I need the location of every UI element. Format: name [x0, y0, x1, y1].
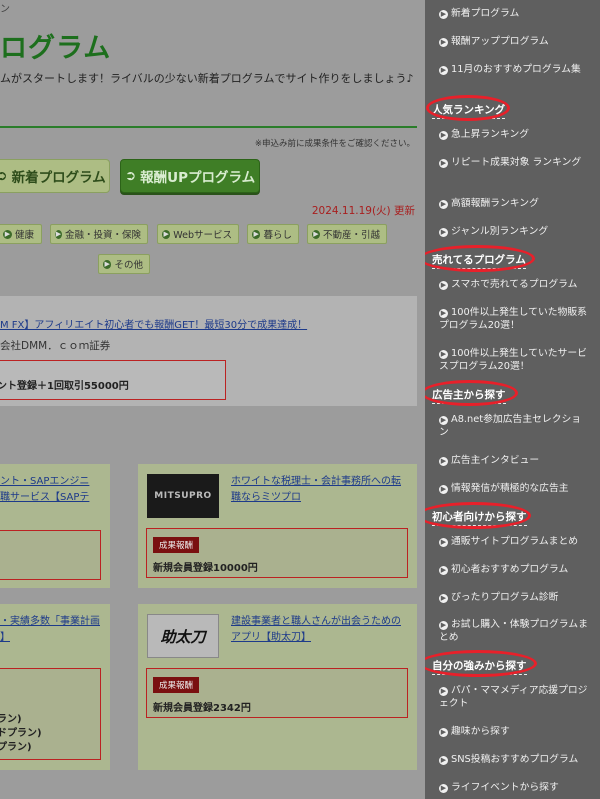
- program-link[interactable]: 建設事業者と職人さんが出会うための アプリ【助太刀】: [231, 614, 401, 646]
- category-real-estate[interactable]: ▶ 不動産・引越: [307, 224, 387, 244]
- circle-arrow-icon: ▶: [439, 457, 448, 466]
- sidebar-item-beginner-picks[interactable]: ▶ 初心者おすすめプログラム: [439, 563, 589, 576]
- category-other[interactable]: ▶ その他: [98, 254, 150, 274]
- sukedachi-logo: 助太刀: [160, 627, 206, 646]
- sidebar: ▶ 新着プログラム ▶ 報酬アッププログラム ▶ 11月のおすすめプログラム集 人気ラ…: [425, 0, 600, 799]
- program-logo[interactable]: MITSUPRO: [147, 474, 219, 518]
- circle-arrow-icon: ▶: [439, 538, 448, 547]
- sidebar-item-parent-media[interactable]: ▶ パパ・ママメディア応援プロジェクト: [439, 684, 589, 710]
- new-programs-label: 新着プログラム: [11, 170, 106, 186]
- notice-text: ※申込み前に成果条件をご確認ください。: [254, 139, 415, 149]
- circle-arrow-icon: ▶: [439, 159, 448, 168]
- program-card: 助太刀 建設事業者と職人さんが出会うための アプリ【助太刀】 成果報酬 新規会員…: [138, 604, 417, 770]
- circle-arrow-icon: ➲: [124, 168, 137, 184]
- main-content: ン ログラム ムがスタートします！ライバルの少ない新着プログラムでサイト作りをし…: [0, 0, 425, 799]
- program-link[interactable]: ・実績多数「事業計画 】: [0, 614, 100, 646]
- sidebar-item-goods-top20[interactable]: ▶ 100件以上発生していた物販系プログラム20選！: [439, 306, 589, 332]
- circle-arrow-icon: ▶: [439, 10, 448, 19]
- featured-reward: ント登録＋1回取引55000円: [0, 381, 129, 392]
- sidebar-item-active-advertisers[interactable]: ▶ 情報発信が積極的な広告主: [439, 482, 589, 495]
- circle-arrow-icon: ▶: [439, 756, 448, 765]
- circle-arrow-icon: ▶: [439, 687, 448, 696]
- sidebar-item-rising-ranking[interactable]: ▶ 急上昇ランキング: [439, 128, 589, 141]
- sidebar-item-ecommerce-summary[interactable]: ▶ 通販サイトプログラムまとめ: [439, 535, 589, 548]
- page-subtitle: ムがスタートします！ライバルの少ない新着プログラムでサイト作りをしましょう♪: [0, 72, 414, 85]
- circle-arrow-icon: ▶: [439, 131, 448, 140]
- top-fragment: ン: [0, 4, 10, 15]
- sidebar-item-trial-programs[interactable]: ▶ お試し購入・体験プログラムまとめ: [439, 618, 589, 644]
- reward-box: 成果報酬 新規会員登録2342円: [146, 668, 408, 718]
- date-value: 2024.11.19(火): [311, 205, 391, 217]
- sidebar-item-life-events[interactable]: ▶ ライフイベントから探す: [439, 781, 589, 794]
- date-suffix: 更新: [394, 205, 415, 217]
- circle-arrow-icon: ▶: [55, 229, 62, 239]
- reward-text: 新規会員登録2342円: [153, 703, 251, 714]
- circle-arrow-icon: ▶: [439, 200, 448, 209]
- divider: [0, 126, 417, 128]
- circle-arrow-icon: ▶: [3, 229, 12, 239]
- circle-arrow-icon: ▶: [439, 621, 448, 630]
- program-card: ・実績多数「事業計画 】 ラン) ドプラン) プラン): [0, 604, 110, 770]
- category-finance[interactable]: ▶ 金融・投資・保険: [50, 224, 148, 244]
- circle-arrow-icon: ▶: [439, 281, 448, 290]
- circle-arrow-icon: ▶: [439, 228, 448, 237]
- sidebar-item-high-reward-ranking[interactable]: ▶ 高額報酬ランキング: [439, 197, 589, 210]
- sidebar-item-genre-ranking[interactable]: ▶ ジャンル別ランキング: [439, 225, 589, 238]
- mitsupro-logo: MITSUPRO: [154, 491, 212, 501]
- sidebar-item-new-programs[interactable]: ▶ 新着プログラム: [439, 7, 589, 20]
- reward-badge: 成果報酬: [153, 537, 200, 553]
- featured-program: M FX】アフィリエイト初心者でも報酬GET！最短30分で成果達成！ 会社DMM…: [0, 296, 417, 406]
- program-link[interactable]: ント・SAPエンジニ 職サービス【SAPテ: [0, 474, 89, 506]
- circle-arrow-icon: ▶: [439, 784, 448, 793]
- sidebar-item-sns-picks[interactable]: ▶ SNS投稿おすすめプログラム: [439, 753, 589, 766]
- sidebar-item-hobbies[interactable]: ▶ 趣味から探す: [439, 725, 589, 738]
- highlight-circle: [425, 650, 537, 677]
- circle-arrow-icon: ▶: [312, 229, 320, 239]
- sidebar-item-advertiser-selection[interactable]: ▶ A8.net参加広告主セレクション: [439, 413, 589, 439]
- circle-arrow-icon: ▶: [252, 229, 261, 239]
- sidebar-item-smartphone-selling[interactable]: ▶ スマホで売れてるプログラム: [439, 278, 589, 291]
- sidebar-item-repeat-ranking[interactable]: ▶ リピート成果対象 ランキング: [439, 156, 589, 169]
- update-date: 2024.11.19(火) 更新: [312, 203, 415, 218]
- circle-arrow-icon: ▶: [162, 229, 171, 239]
- reward-badge: 成果報酬: [153, 677, 200, 693]
- sidebar-item-program-diagnosis[interactable]: ▶ ぴったりプログラム診断: [439, 591, 589, 604]
- category-health[interactable]: ▶ 健康: [0, 224, 42, 244]
- reward-text: ラン) ドプラン) プラン): [0, 714, 42, 753]
- circle-arrow-icon: ▶: [439, 66, 448, 75]
- circle-arrow-icon: ▶: [439, 485, 448, 494]
- sidebar-item-reward-up[interactable]: ▶ 報酬アッププログラム: [439, 35, 589, 48]
- program-logo[interactable]: 助太刀: [147, 614, 219, 658]
- reward-box: ラン) ドプラン) プラン): [0, 668, 101, 760]
- program-link[interactable]: ホワイトな税理士・会計事務所への転 職ならミツプロ: [231, 474, 401, 506]
- highlight-circle: [426, 95, 510, 121]
- reward-up-label: 報酬UPプログラム: [140, 170, 256, 186]
- circle-arrow-icon: ▶: [103, 259, 112, 269]
- circle-arrow-icon: ➲: [0, 168, 8, 184]
- reward-box: 成果報酬 新規会員登録10000円: [146, 528, 408, 578]
- circle-arrow-icon: ▶: [439, 38, 448, 47]
- category-living[interactable]: ▶ 暮らし: [247, 224, 299, 244]
- highlight-circle: [425, 380, 518, 406]
- featured-program-link[interactable]: M FX】アフィリエイト初心者でも報酬GET！最短30分で成果達成！: [0, 316, 307, 331]
- sidebar-item-advertiser-interview[interactable]: ▶ 広告主インタビュー: [439, 454, 589, 467]
- circle-arrow-icon: ▶: [439, 566, 448, 575]
- new-programs-button[interactable]: ➲ 新着プログラム: [0, 159, 110, 193]
- circle-arrow-icon: ▶: [439, 416, 448, 425]
- sidebar-item-service-top20[interactable]: ▶ 100件以上発生していたサービスプログラム20選！: [439, 347, 589, 373]
- reward-up-button[interactable]: ➲ 報酬UPプログラム: [120, 159, 260, 193]
- program-card: ント・SAPエンジニ 職サービス【SAPテ: [0, 464, 110, 588]
- featured-reward-box: ント登録＋1回取引55000円: [0, 360, 226, 400]
- program-card: MITSUPRO ホワイトな税理士・会計事務所への転 職ならミツプロ 成果報酬 …: [138, 464, 417, 588]
- circle-arrow-icon: ▶: [439, 594, 448, 603]
- reward-box: [0, 530, 101, 580]
- circle-arrow-icon: ▶: [439, 309, 448, 318]
- reward-text: 新規会員登録10000円: [153, 563, 258, 574]
- sidebar-item-november-picks[interactable]: ▶ 11月のおすすめプログラム集: [439, 63, 589, 76]
- category-web-services[interactable]: ▶ Webサービス: [157, 224, 239, 244]
- circle-arrow-icon: ▶: [439, 728, 448, 737]
- featured-company: 会社DMM．ｃｏｍ証券: [0, 340, 111, 352]
- circle-arrow-icon: ▶: [439, 350, 448, 359]
- page-title: ログラム: [0, 33, 112, 64]
